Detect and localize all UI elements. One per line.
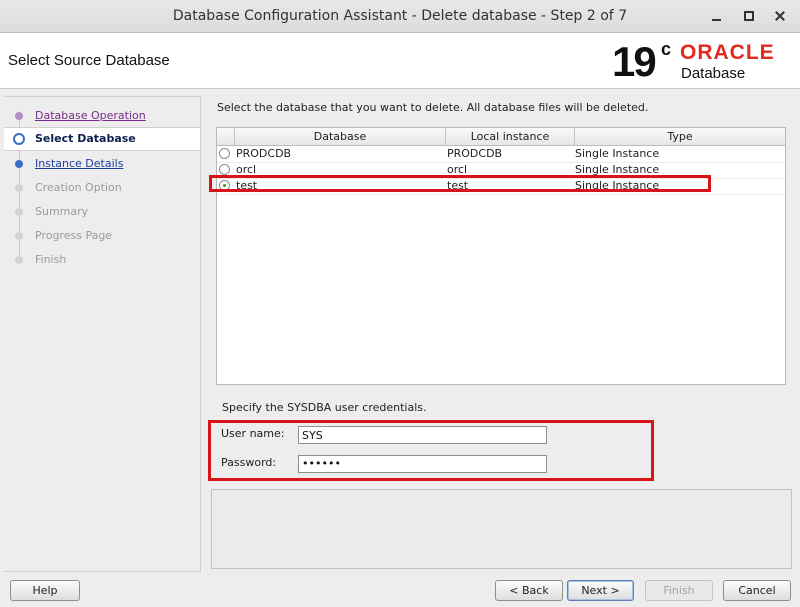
table-header: Database Local instance Type (217, 128, 785, 146)
cell-database: PRODCDB (236, 147, 292, 160)
row-radio-button[interactable] (219, 148, 230, 159)
nav-step-label: Select Database (35, 132, 136, 145)
nav-step-instance-details[interactable]: Instance Details (4, 153, 200, 175)
cell-database: orcl (236, 163, 257, 176)
cancel-button[interactable]: Cancel (723, 580, 791, 601)
row-radio-button-checked[interactable] (219, 180, 230, 191)
nav-step-creation-option: Creation Option (4, 177, 200, 199)
nav-step-label: Progress Page (35, 229, 113, 242)
column-header-type[interactable]: Type (575, 128, 785, 145)
table-row[interactable]: orcl orcl Single Instance (217, 162, 785, 179)
step-pending-icon (15, 184, 23, 192)
nav-step-label: Instance Details (35, 157, 124, 170)
back-button[interactable]: < Back (495, 580, 563, 601)
nav-step-database-operation[interactable]: Database Operation (4, 105, 200, 127)
logo-superscript: c (661, 39, 672, 59)
nav-step-progress-page: Progress Page (4, 225, 200, 247)
nav-step-select-database[interactable]: Select Database (4, 127, 200, 151)
logo-product: Database (681, 65, 746, 82)
page-header: Select Source Database 19 c ORACLE Datab… (0, 33, 800, 89)
nav-step-summary: Summary (4, 201, 200, 223)
next-button[interactable]: Next > (567, 580, 634, 601)
row-radio-button[interactable] (219, 164, 230, 175)
help-button[interactable]: Help (10, 580, 80, 601)
logo-brand: ORACLE (680, 41, 775, 64)
window-title: Database Configuration Assistant - Delet… (172, 8, 628, 24)
nav-step-finish: Finish (4, 249, 200, 271)
cell-type: Single Instance (575, 163, 660, 176)
nav-step-label: Database Operation (35, 109, 146, 122)
minimize-icon[interactable] (709, 8, 725, 24)
logo-version: 19 (612, 38, 657, 85)
step-link-icon (15, 160, 23, 168)
nav-step-label: Summary (35, 205, 89, 218)
database-table[interactable]: Database Local instance Type PRODCDB PRO… (216, 127, 786, 385)
page-title: Select Source Database (8, 52, 170, 69)
table-row[interactable]: PRODCDB PRODCDB Single Instance (217, 146, 785, 163)
nav-step-label: Finish (35, 253, 67, 266)
close-icon[interactable] (772, 8, 788, 24)
maximize-icon[interactable] (741, 8, 757, 24)
step-pending-icon (15, 208, 23, 216)
cell-local-instance: orcl (447, 163, 468, 176)
cell-local-instance: test (447, 179, 469, 192)
window-titlebar[interactable]: Database Configuration Assistant - Delet… (0, 0, 800, 33)
username-input[interactable] (298, 426, 547, 444)
username-label: User name: (221, 427, 285, 440)
step-pending-icon (15, 232, 23, 240)
password-label: Password: (221, 456, 277, 469)
cell-type: Single Instance (575, 179, 660, 192)
column-header-local-instance[interactable]: Local instance (446, 128, 575, 145)
cell-local-instance: PRODCDB (447, 147, 503, 160)
step-done-icon (15, 112, 23, 120)
step-current-icon (13, 133, 25, 145)
column-header-database[interactable]: Database (235, 128, 446, 145)
nav-step-label: Creation Option (35, 181, 122, 194)
cell-database: test (236, 179, 258, 192)
password-input[interactable]: •••••• (298, 455, 547, 473)
select-column-header (217, 128, 235, 145)
finish-button: Finish (645, 580, 713, 601)
cell-type: Single Instance (575, 147, 660, 160)
step-pending-icon (15, 256, 23, 264)
instruction-text: Select the database that you want to del… (217, 101, 649, 114)
credentials-label: Specify the SYSDBA user credentials. (222, 401, 427, 414)
table-row-selected[interactable]: test test Single Instance (217, 178, 785, 195)
message-area (211, 489, 792, 569)
step-navigation: Database Operation Select Database Insta… (4, 96, 201, 572)
